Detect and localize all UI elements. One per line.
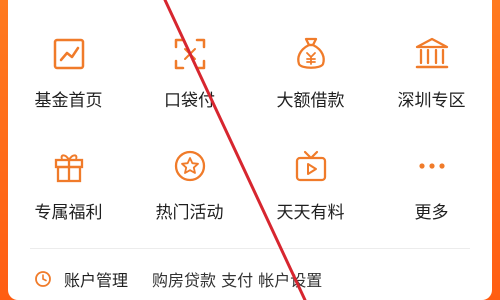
service-label: 热门活动: [155, 203, 224, 223]
bottom-menu-row: 账户管理 购房贷款 支付 帐户设置: [34, 264, 466, 294]
service-label: 更多: [414, 203, 449, 223]
service-daily-content[interactable]: 天天有料: [250, 144, 371, 232]
service-grid: 基金首页 口袋付 大额借款 深圳专区 专属福利 热门活动 天天有料 更多: [8, 32, 492, 252]
line-chart-icon: [53, 38, 84, 70]
money-bag-icon: [296, 37, 325, 69]
service-label: 深圳专区: [397, 91, 466, 111]
service-label: 专属福利: [34, 203, 103, 223]
more-dots-icon: [418, 163, 445, 169]
account-management-link[interactable]: 账户管理: [64, 267, 128, 291]
service-panel: 基金首页 口袋付 大额借款 深圳专区 专属福利 热门活动 天天有料 更多 账户管…: [8, 0, 492, 300]
app-screen: 基金首页 口袋付 大额借款 深圳专区 专属福利 热门活动 天天有料 更多 账户管…: [0, 0, 500, 300]
service-label: 口袋付: [164, 91, 215, 111]
gift-icon: [54, 154, 83, 183]
service-shenzhen-zone[interactable]: 深圳专区: [371, 32, 492, 120]
clock-icon: [35, 271, 51, 287]
scan-icon: [174, 38, 205, 70]
bank-icon: [415, 37, 448, 69]
service-more[interactable]: 更多: [371, 144, 492, 232]
star-badge-icon: [174, 150, 205, 182]
section-divider: [30, 248, 470, 249]
service-label: 基金首页: [34, 91, 103, 111]
service-label: 天天有料: [276, 203, 345, 223]
partial-menu-text: 购房贷款 支付 帐户设置: [152, 271, 323, 290]
service-hot-events[interactable]: 热门活动: [129, 144, 250, 232]
service-large-loan[interactable]: 大额借款: [250, 32, 371, 120]
service-fund-home[interactable]: 基金首页: [8, 32, 129, 120]
service-exclusive-welfare[interactable]: 专属福利: [8, 144, 129, 232]
service-pocket-pay[interactable]: 口袋付: [129, 32, 250, 120]
service-label: 大额借款: [276, 91, 345, 111]
tv-play-icon: [295, 150, 326, 182]
